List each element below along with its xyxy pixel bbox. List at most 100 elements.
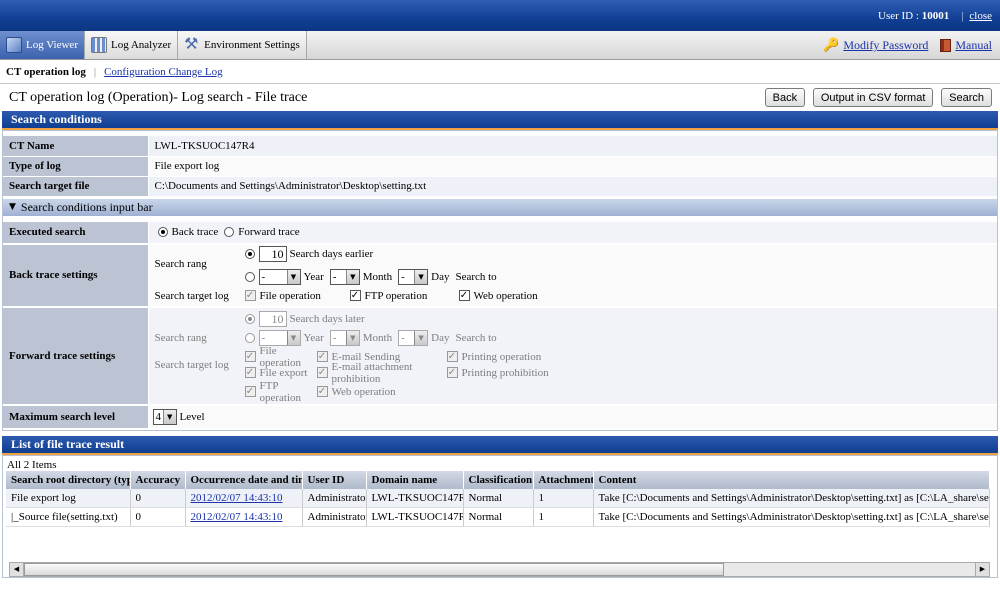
divider: |	[93, 65, 97, 78]
ftp-operation-checkbox[interactable]: ✓	[244, 386, 256, 397]
close-link[interactable]: close	[969, 10, 992, 22]
collapse-triangle-icon: ▼	[9, 202, 16, 212]
user-cell: Administrator	[302, 488, 367, 508]
scroll-left-icon[interactable]: ◀	[10, 562, 24, 576]
days-earlier-input[interactable]: 10	[258, 245, 287, 262]
user-id-display: User ID : 10001	[878, 9, 950, 22]
column-header[interactable]: Accuracy	[130, 470, 186, 489]
action-buttons: Back Output in CSV format Search	[760, 88, 992, 107]
column-header[interactable]: Occurrence date and time	[185, 470, 303, 489]
tab-label: Log Viewer	[26, 39, 78, 51]
tab-log-analyzer[interactable]: Log Analyzer	[84, 31, 179, 59]
day-select[interactable]: - ▼	[398, 268, 429, 285]
max-search-level-value: 4 ▼ Level	[148, 404, 997, 430]
datetime-cell: 2012/02/07 14:43:10	[185, 488, 303, 508]
back-trace-radio[interactable]	[157, 227, 168, 237]
days-earlier-radio[interactable]	[244, 248, 255, 259]
accuracy-cell: 0	[130, 488, 186, 508]
max-level-row: Maximum search level 4 ▼ Level	[3, 404, 997, 430]
executed-search-row: Executed search Back trace Forward trace	[3, 221, 997, 245]
column-header[interactable]: User ID	[302, 470, 367, 489]
ftp-operation-checkbox[interactable]: ✓	[349, 290, 361, 301]
email-attachment-prohibition-checkbox[interactable]: ✓	[316, 367, 328, 378]
year-label: Year	[303, 270, 324, 283]
search-range-label: Search rang	[154, 331, 207, 344]
month-select[interactable]: - ▼	[329, 268, 360, 285]
log-analyzer-icon	[90, 37, 107, 53]
input-bar-toggle[interactable]: ▼ Search conditions input bar	[3, 196, 997, 216]
max-search-level-label: Maximum search level	[3, 404, 149, 430]
year-select[interactable]: - ▼	[258, 268, 301, 285]
executed-search-label: Executed search	[3, 221, 149, 245]
max-level-select[interactable]: 4 ▼	[152, 408, 177, 425]
printing-operation-checkbox[interactable]: ✓	[446, 351, 458, 362]
file-export-checkbox[interactable]: ✓	[244, 367, 256, 378]
chevron-down-icon: ▼	[345, 269, 359, 284]
ftp-operation-label: FTP operation	[364, 289, 428, 302]
forward-trace-row: Forward trace settings 10 Search days la…	[3, 306, 997, 406]
search-target-log-label: Search target log	[154, 289, 229, 302]
month-select[interactable]: - ▼	[329, 329, 360, 346]
search-conditions-table: CT Name LWL-TKSUOC147R4 Type of log File…	[3, 136, 997, 197]
forward-trace-label: Forward trace	[238, 226, 300, 238]
column-header[interactable]: Search root directory (type)	[6, 470, 131, 489]
output-csv-button[interactable]: Output in CSV format	[812, 88, 934, 107]
horizontal-scrollbar[interactable]: ◀ ▶	[9, 561, 990, 577]
table-row: CT Name LWL-TKSUOC147R4	[3, 136, 997, 157]
date-range-radio[interactable]	[244, 332, 255, 343]
datetime-link[interactable]: 2012/02/07 14:43:10	[191, 511, 283, 523]
search-to-label: Search to	[455, 270, 497, 283]
file-operation-checkbox[interactable]: ✓	[244, 351, 256, 362]
back-trace-settings-label: Back trace settings	[3, 243, 149, 308]
days-later-input[interactable]: 10	[258, 310, 287, 327]
web-operation-label: Web operation	[473, 289, 538, 302]
back-trace-label: Back trace	[171, 226, 219, 238]
scrollbar-thumb[interactable]	[24, 562, 724, 576]
log-viewer-icon	[6, 37, 22, 53]
search-target-file-value: C:\Documents and Settings\Administrator\…	[148, 176, 997, 197]
date-range-radio[interactable]	[244, 271, 255, 282]
tab-environment-settings[interactable]: Environment Settings	[178, 31, 307, 59]
back-button[interactable]: Back	[764, 88, 806, 107]
ftp-operation-label: FTP operation	[259, 379, 302, 404]
column-header[interactable]: Domain name	[366, 470, 464, 489]
search-range-label: Search rang	[154, 257, 207, 270]
input-bar-title: Search conditions input bar	[20, 199, 153, 214]
file-operation-label: File operation	[259, 289, 321, 302]
modify-password-link[interactable]: Modify Password	[843, 38, 928, 53]
level-label: Level	[179, 410, 205, 423]
table-row: Search target file C:\Documents and Sett…	[3, 176, 997, 197]
forward-trace-radio[interactable]	[224, 227, 235, 237]
file-operation-checkbox[interactable]: ✓	[244, 290, 256, 301]
year-select[interactable]: - ▼	[258, 329, 301, 346]
email-sending-checkbox[interactable]: ✓	[316, 351, 328, 362]
column-header[interactable]: Attachment	[533, 470, 594, 489]
input-bar-table: Executed search Back trace Forward trace…	[3, 221, 997, 430]
content-cell: Take [C:\Documents and Settings\Administ…	[593, 507, 990, 527]
manual-book-icon	[940, 39, 952, 52]
tab-log-viewer[interactable]: Log Viewer	[0, 31, 85, 59]
search-button[interactable]: Search	[941, 88, 992, 107]
days-later-radio[interactable]	[244, 313, 255, 324]
divider: |	[961, 9, 964, 22]
column-header[interactable]: Content	[593, 470, 990, 489]
column-header[interactable]: Classification	[463, 470, 534, 489]
header-links: 🔑 Modify Password Manual	[823, 31, 992, 60]
search-target-file-label: Search target file	[3, 176, 149, 197]
year-label: Year	[303, 331, 324, 344]
day-select[interactable]: - ▼	[398, 329, 429, 346]
configuration-change-log-link[interactable]: Configuration Change Log	[104, 66, 223, 78]
chevron-down-icon: ▼	[345, 330, 359, 345]
datetime-link[interactable]: 2012/02/07 14:43:10	[191, 492, 283, 504]
search-conditions-panel: CT Name LWL-TKSUOC147R4 Type of log File…	[2, 130, 998, 431]
web-operation-checkbox[interactable]: ✓	[458, 290, 470, 301]
executed-search-value: Back trace Forward trace	[148, 221, 997, 245]
printing-prohibition-checkbox[interactable]: ✓	[446, 367, 458, 378]
attachment-cell: 1	[533, 488, 594, 508]
web-operation-checkbox[interactable]: ✓	[316, 386, 328, 397]
result-table: Search root directory (type) Accuracy Oc…	[6, 470, 990, 527]
scroll-right-icon[interactable]: ▶	[975, 562, 989, 576]
page-title: CT operation log (Operation)- Log search…	[9, 89, 308, 105]
days-later-label: Search days later	[289, 312, 365, 325]
manual-link[interactable]: Manual	[955, 38, 992, 53]
